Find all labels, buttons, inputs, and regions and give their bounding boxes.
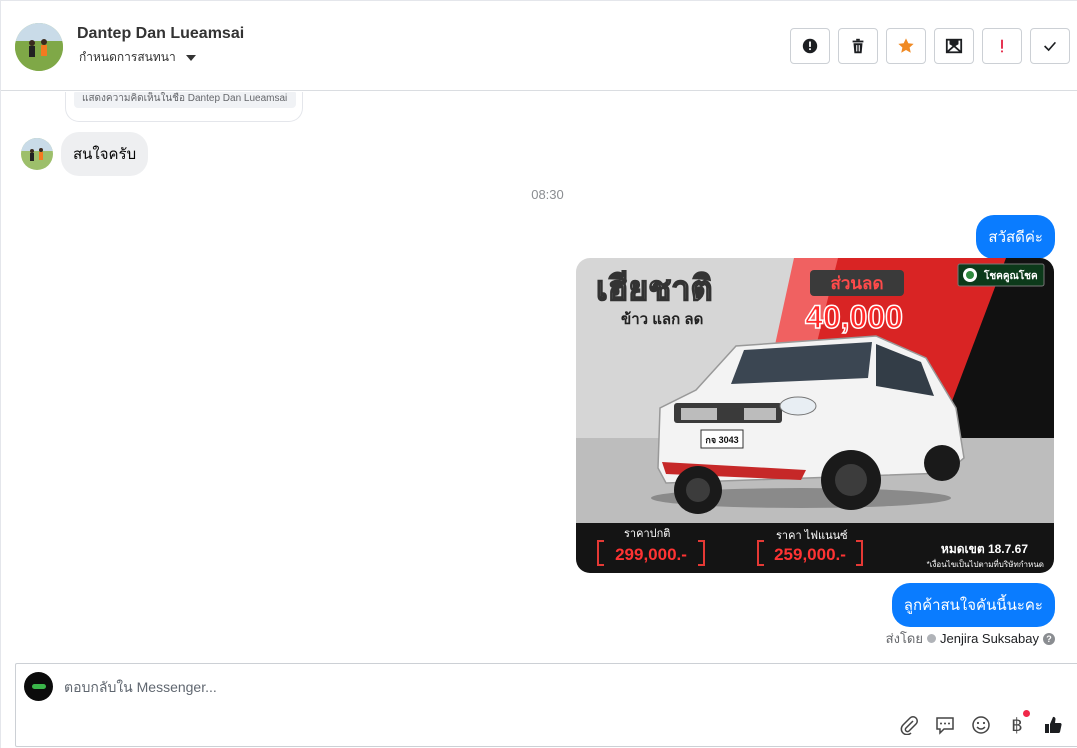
saved-replies-button[interactable] xyxy=(934,714,956,736)
outgoing-message-bubble: สวัสดีค่ะ xyxy=(976,215,1055,259)
contact-avatar-small[interactable] xyxy=(21,138,53,170)
ad-subheadline: ข้าว แลก ลด xyxy=(621,311,703,328)
trash-icon xyxy=(852,38,864,54)
exclamation-icon xyxy=(1001,39,1003,53)
incoming-message-bubble: สนใจครับ xyxy=(61,132,149,176)
contact-name: Dantep Dan Lueamsai xyxy=(77,25,245,42)
mark-unread-button[interactable] xyxy=(934,28,974,64)
promotion-expiry: หมดเขต 18.7.67 xyxy=(941,542,1028,556)
star-button[interactable] xyxy=(886,28,926,64)
sent-by-agent[interactable]: Jenjira Suksabay xyxy=(940,631,1039,646)
message-composer: ฿ xyxy=(15,663,1077,747)
delete-button[interactable] xyxy=(838,28,878,64)
finance-price: 259,000.- xyxy=(774,545,846,564)
normal-price-label: ราคาปกติ xyxy=(624,528,670,540)
incoming-message-row: สนใจครับ xyxy=(21,132,149,176)
mark-done-button[interactable] xyxy=(1030,28,1070,64)
check-icon xyxy=(1044,41,1057,52)
reply-input[interactable] xyxy=(64,676,884,698)
follow-up-button[interactable] xyxy=(982,28,1022,64)
notification-dot xyxy=(1023,710,1030,717)
conversation-actions xyxy=(790,28,1070,64)
payment-button[interactable]: ฿ xyxy=(1006,710,1030,736)
chat-bubble-icon xyxy=(936,717,954,735)
message-timestamp: 08:30 xyxy=(531,187,564,202)
ad-discount-label: ส่วนลด xyxy=(830,274,883,293)
conversation-header: Dantep Dan Lueamsai กำหนดการสนทนา xyxy=(1,1,1077,91)
page-logo-icon xyxy=(31,684,46,689)
caret-down-icon xyxy=(185,54,196,61)
emoji-button[interactable] xyxy=(970,714,992,736)
sent-by-info: ส่งโดย Jenjira Suksabay ? xyxy=(886,628,1055,649)
star-icon xyxy=(898,38,914,53)
composer-tools: ฿ xyxy=(898,710,1064,736)
sent-by-label: ส่งโดย xyxy=(885,631,923,646)
promotion-terms: *เงื่อนไขเป็นไปตามที่บริษัทกำหนด xyxy=(927,558,1044,569)
outgoing-message-bubble: ลูกค้าสนใจคันนี้นะคะ xyxy=(891,583,1055,627)
thumbs-up-icon xyxy=(1045,716,1062,734)
paperclip-icon xyxy=(900,716,918,735)
assign-conversation-dropdown[interactable]: กำหนดการสนทนา xyxy=(79,48,196,67)
car-promotion-image[interactable]: เฮียชาติ ข้าว แลก ลด ส่วนลด 40,000 โชคคู… xyxy=(576,258,1054,573)
ad-discount-amount: 40,000 xyxy=(805,299,903,335)
page-avatar xyxy=(24,672,53,701)
finance-price-label: ราคา ไฟแนนซ์ xyxy=(776,529,848,542)
baht-icon: ฿ xyxy=(1011,714,1023,735)
assign-label: กำหนดการสนทนา xyxy=(79,50,176,64)
message-thread[interactable]: แสดงความคิดเห็นในชื่อ Dantep Dan Lueamsa… xyxy=(1,92,1077,661)
help-icon[interactable]: ? xyxy=(1043,632,1055,645)
envelope-icon xyxy=(945,38,963,54)
car-license-plate: กจ 3043 xyxy=(705,435,738,445)
like-button[interactable] xyxy=(1042,714,1064,736)
ad-brand: โชคคูณโชค xyxy=(983,269,1038,283)
spam-button[interactable] xyxy=(790,28,830,64)
previous-comment-text: แสดงความคิดเห็นในชื่อ Dantep Dan Lueamsa… xyxy=(74,92,296,108)
contact-avatar[interactable] xyxy=(15,23,63,71)
smiley-icon xyxy=(972,716,990,734)
attach-button[interactable] xyxy=(898,714,920,736)
ad-headline: เฮียชาติ xyxy=(596,270,713,308)
alert-circle-icon xyxy=(802,38,818,54)
agent-status-icon xyxy=(927,634,936,643)
messenger-inbox: Dantep Dan Lueamsai กำหนดการสนทนา แสดงคว… xyxy=(0,0,1077,748)
previous-comment-card: แสดงความคิดเห็นในชื่อ Dantep Dan Lueamsa… xyxy=(65,92,303,122)
normal-price: 299,000.- xyxy=(615,545,687,564)
